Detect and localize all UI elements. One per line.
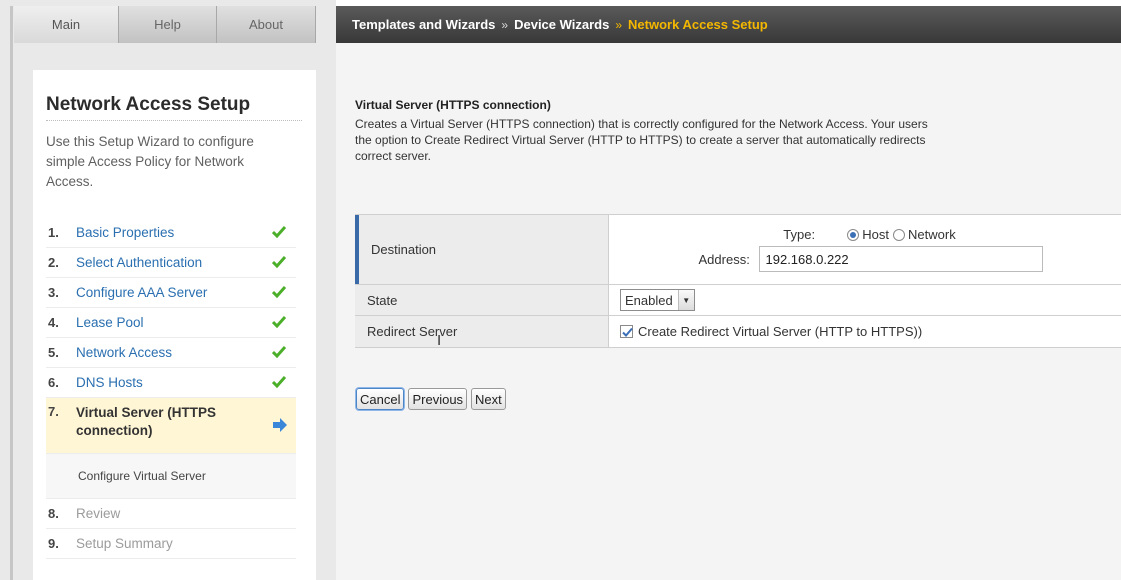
- tab-help[interactable]: Help: [119, 6, 217, 43]
- wizard-substep-configure-virtual-server[interactable]: Configure Virtual Server: [46, 454, 296, 499]
- checkmark-icon: [272, 346, 286, 358]
- wizard-steps: 1. Basic Properties 2. Select Authentica…: [46, 218, 296, 559]
- checkmark-icon: [272, 286, 286, 298]
- destination-label: Destination: [355, 215, 609, 284]
- wizard-sidebar: Network Access Setup Use this Setup Wiza…: [33, 70, 316, 580]
- sidebar-divider: [46, 120, 302, 121]
- wizard-step-network-access[interactable]: 5. Network Access: [46, 338, 296, 368]
- radio-network-label[interactable]: Network: [908, 227, 956, 242]
- checkmark-icon: [272, 316, 286, 328]
- destination-row: Destination Type: Host Network Address:: [355, 215, 1121, 285]
- checkmark-icon: [272, 376, 286, 388]
- state-value: Enabled ▼: [609, 285, 1121, 315]
- step-label[interactable]: Configure AAA Server: [76, 285, 207, 300]
- radio-host-label[interactable]: Host: [862, 227, 889, 242]
- top-tabs: Main Help About: [14, 6, 316, 43]
- step-number: 9.: [48, 536, 59, 551]
- wizard-step-virtual-server[interactable]: 7. Virtual Server (HTTPS connection): [46, 398, 296, 454]
- state-row: State Enabled ▼: [355, 285, 1121, 316]
- cancel-button[interactable]: Cancel: [356, 388, 405, 410]
- step-label: Review: [76, 506, 121, 521]
- step-number: 8.: [48, 506, 59, 521]
- tab-about[interactable]: About: [217, 6, 316, 43]
- state-label: State: [355, 285, 609, 315]
- wizard-step-dns-hosts[interactable]: 6. DNS Hosts: [46, 368, 296, 398]
- wizard-step-select-authentication[interactable]: 2. Select Authentication: [46, 248, 296, 278]
- redirect-row: Redirect Server Create Redirect Virtual …: [355, 316, 1121, 348]
- wizard-step-lease-pool[interactable]: 4. Lease Pool: [46, 308, 296, 338]
- text-cursor-icon: I: [437, 332, 442, 349]
- step-label[interactable]: Basic Properties: [76, 225, 174, 240]
- state-select[interactable]: Enabled ▼: [620, 289, 695, 311]
- wizard-buttons: Cancel Previous Next: [356, 388, 506, 410]
- breadcrumb-separator: »: [501, 17, 509, 32]
- step-label[interactable]: DNS Hosts: [76, 375, 143, 390]
- step-number: 5.: [48, 345, 59, 360]
- breadcrumb: Templates and Wizards » Device Wizards »…: [336, 6, 1121, 43]
- step-label[interactable]: Network Access: [76, 345, 172, 360]
- checkmark-icon: [622, 327, 633, 337]
- breadcrumb-item-device-wizards[interactable]: Device Wizards: [514, 17, 609, 32]
- checkmark-icon: [272, 256, 286, 268]
- step-label: Setup Summary: [76, 536, 173, 551]
- section-description: Creates a Virtual Server (HTTPS connecti…: [355, 116, 1121, 164]
- address-label: Address:: [698, 251, 750, 267]
- redirect-checkbox[interactable]: [620, 325, 633, 338]
- checkmark-icon: [272, 226, 286, 238]
- description-line: the option to Create Redirect Virtual Se…: [355, 133, 926, 147]
- redirect-label: Redirect Server: [355, 316, 609, 347]
- wizard-step-configure-aaa-server[interactable]: 3. Configure AAA Server: [46, 278, 296, 308]
- left-border: [10, 6, 13, 580]
- redirect-value: Create Redirect Virtual Server (HTTP to …: [609, 316, 1121, 347]
- breadcrumb-item-templates[interactable]: Templates and Wizards: [352, 17, 495, 32]
- step-number: 3.: [48, 285, 59, 300]
- address-input[interactable]: [758, 246, 1043, 272]
- virtual-server-form: Destination Type: Host Network Address: …: [355, 214, 1121, 348]
- step-label: Virtual Server (HTTPS connection): [76, 405, 217, 438]
- sidebar-description: Use this Setup Wizard to configure simpl…: [46, 134, 254, 189]
- step-number: 7.: [48, 404, 59, 419]
- previous-button[interactable]: Previous: [408, 388, 468, 410]
- description-line: Creates a Virtual Server (HTTPS connecti…: [355, 117, 928, 131]
- dropdown-arrow-icon[interactable]: ▼: [677, 290, 694, 310]
- breadcrumb-separator: »: [615, 17, 623, 32]
- step-label[interactable]: Lease Pool: [76, 315, 144, 330]
- sidebar-title: Network Access Setup: [46, 94, 251, 115]
- arrow-right-icon: [273, 418, 287, 432]
- tab-main[interactable]: Main: [14, 6, 119, 43]
- redirect-checkbox-label[interactable]: Create Redirect Virtual Server (HTTP to …: [638, 324, 922, 339]
- description-line: correct server.: [355, 149, 432, 163]
- wizard-step-basic-properties[interactable]: 1. Basic Properties: [46, 218, 296, 248]
- address-line: Address:: [699, 246, 1043, 272]
- type-selector: Type: Host Network: [783, 227, 957, 242]
- next-button[interactable]: Next: [471, 388, 506, 410]
- radio-host[interactable]: [847, 228, 860, 241]
- step-label[interactable]: Select Authentication: [76, 255, 202, 270]
- step-number: 1.: [48, 225, 59, 240]
- step-number: 4.: [48, 315, 59, 330]
- breadcrumb-current: Network Access Setup: [628, 17, 768, 32]
- step-number: 6.: [48, 375, 59, 390]
- section-title: Virtual Server (HTTPS connection): [355, 98, 551, 112]
- wizard-step-setup-summary: 9. Setup Summary: [46, 529, 296, 559]
- state-select-value: Enabled: [625, 292, 673, 308]
- radio-network[interactable]: [893, 228, 906, 241]
- wizard-step-review: 8. Review: [46, 499, 296, 529]
- type-label: Type:: [783, 227, 816, 242]
- destination-value: Type: Host Network Address:: [609, 215, 1121, 284]
- step-number: 2.: [48, 255, 59, 270]
